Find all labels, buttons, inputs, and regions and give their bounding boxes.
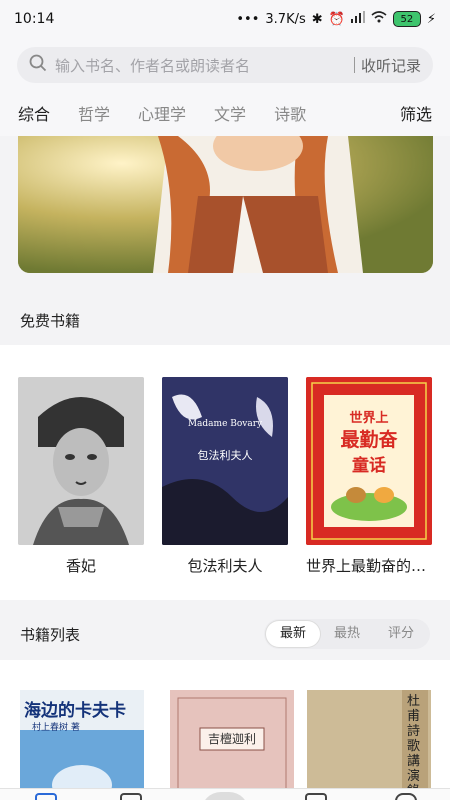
more-dots-icon: ••• — [236, 11, 260, 27]
tab-poetry[interactable]: 诗歌 — [274, 101, 306, 125]
book-cover — [18, 377, 144, 545]
search-bar[interactable]: 输入书名、作者名或朗读者名 收听记录 — [17, 47, 433, 83]
tab-literature[interactable]: 文学 — [214, 101, 246, 125]
cover-text-2: 最勤奋 — [340, 429, 398, 451]
book-cover: 世界上 最勤奋 童话 — [306, 377, 432, 545]
book-title: 包法利夫人 — [187, 557, 263, 575]
book-list: 海边的卡夫卡 村上春树 著 吉檀迦利 杜甫詩歌講演錄 — [0, 660, 450, 800]
list-cover-author: 村上春树 著 — [32, 723, 80, 733]
banner-image[interactable] — [18, 136, 433, 273]
profile-icon[interactable] — [395, 793, 417, 800]
charging-icon: ⚡ — [426, 11, 436, 27]
filter-button[interactable]: 筛选 — [400, 101, 432, 125]
list-book-cover[interactable]: 杜甫詩歌講演錄 — [307, 690, 431, 800]
free-books-list: 香妃 Madame Bovary 包法利夫人 包法利夫人 世界上 最勤奋 童话 … — [0, 345, 450, 600]
tab-psychology[interactable]: 心理学 — [138, 101, 186, 125]
book-list-title: 书籍列表 — [20, 625, 81, 644]
book-title: 世界上最勤奋的童话 — [306, 557, 432, 575]
alarm-icon: ⏰ — [328, 11, 345, 27]
book-cover: Madame Bovary 包法利夫人 — [162, 377, 288, 545]
shelf-icon[interactable] — [305, 793, 327, 800]
list-book-cover[interactable]: 吉檀迦利 — [170, 690, 294, 800]
cover-en-title: Madame Bovary — [187, 419, 263, 429]
sort-latest-button[interactable]: 最新 — [265, 621, 320, 647]
bluetooth-icon: ✱ — [311, 11, 323, 27]
list-cover-title: 吉檀迦利 — [207, 732, 256, 746]
book-title: 香妃 — [65, 557, 96, 575]
list-cover-title: 海边的卡夫卡 — [24, 701, 126, 721]
status-icons: ••• 3.7K/s ✱ ⏰ 52 ⚡ — [236, 11, 436, 27]
tab-philosophy[interactable]: 哲学 — [78, 101, 110, 125]
battery-icon: 52 — [392, 11, 421, 27]
play-center-button[interactable] — [201, 792, 249, 800]
free-books-title: 免费书籍 — [20, 311, 81, 330]
bottom-navigation — [0, 788, 450, 800]
sort-rating-button[interactable]: 评分 — [374, 621, 428, 647]
book-icon[interactable] — [120, 793, 142, 800]
category-tabs: 综合 哲学 心理学 文学 诗歌 筛选 — [0, 90, 450, 136]
status-time: 10:14 — [14, 11, 55, 27]
listen-history-button[interactable]: 收听记录 — [361, 55, 421, 76]
cover-cn-title: 包法利夫人 — [197, 449, 253, 462]
status-bar: 10:14 ••• 3.7K/s ✱ ⏰ 52 ⚡ — [0, 0, 450, 38]
search-bar-container: 输入书名、作者名或朗读者名 收听记录 — [0, 38, 450, 90]
sort-hottest-button[interactable]: 最热 — [320, 621, 374, 647]
list-book-cover[interactable]: 海边的卡夫卡 村上春树 著 — [20, 690, 144, 800]
tab-comprehensive[interactable]: 综合 — [18, 101, 50, 125]
book-card[interactable]: Madame Bovary 包法利夫人 包法利夫人 — [162, 377, 288, 576]
network-speed: 3.7K/s — [265, 11, 306, 27]
book-card[interactable]: 香妃 — [18, 377, 144, 576]
search-icon — [29, 54, 47, 76]
list-cover-title: 杜甫詩歌講演錄 — [407, 694, 421, 799]
free-books-header: 免费书籍 — [0, 294, 450, 346]
search-input[interactable]: 输入书名、作者名或朗读者名 — [55, 55, 354, 76]
search-divider — [353, 57, 355, 73]
sort-toggle: 最新 最热 评分 — [263, 619, 430, 649]
cover-text-4: 童话 — [352, 456, 386, 476]
signal-icon — [350, 11, 365, 27]
book-card[interactable]: 世界上 最勤奋 童话 世界上最勤奋的童话 — [306, 377, 432, 576]
cover-text-1: 世界上 — [349, 411, 389, 426]
wifi-icon — [371, 11, 387, 27]
home-icon[interactable] — [35, 793, 57, 800]
